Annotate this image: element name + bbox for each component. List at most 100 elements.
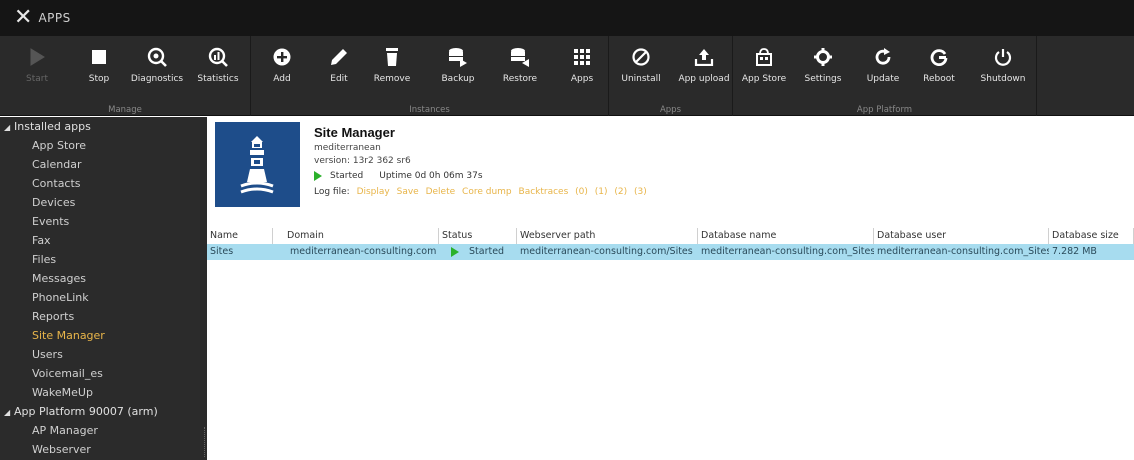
trash-icon: [384, 40, 400, 74]
stop-icon: [91, 40, 107, 74]
uninstall-icon: [632, 40, 650, 74]
sidebar-item-files[interactable]: Files: [0, 250, 207, 269]
sidebar-item-fax[interactable]: Fax: [0, 231, 207, 250]
log-core-dump-link[interactable]: Core dump: [462, 187, 512, 197]
status-play-icon: [451, 247, 459, 257]
window-title: APPS: [38, 11, 71, 25]
sidebar-item-webserver[interactable]: Webserver: [0, 440, 207, 459]
app-name: Site Manager: [314, 125, 395, 140]
app-version: version: 13r2 362 sr6: [314, 156, 411, 166]
sidebar-item-reports[interactable]: Reports: [0, 307, 207, 326]
statistics-icon: [208, 40, 228, 74]
add-button[interactable]: Add: [268, 40, 296, 96]
app-upload-button[interactable]: App upload: [678, 40, 730, 96]
shutdown-button[interactable]: Shutdown: [980, 40, 1026, 96]
app-vendor: mediterranean: [314, 143, 381, 153]
uninstall-button[interactable]: Uninstall: [620, 40, 662, 96]
backup-button[interactable]: Backup: [439, 40, 477, 96]
reboot-button[interactable]: Reboot: [922, 40, 956, 96]
store-icon: [755, 40, 773, 74]
group-instances: Instances: [251, 36, 609, 116]
cell-webserver-path: mediterranean-consulting.com/Sites: [520, 246, 693, 257]
app-uptime: Uptime 0d 0h 06m 37s: [379, 171, 483, 181]
play-icon: [29, 40, 45, 74]
column-header-status[interactable]: Status: [439, 228, 517, 244]
app-status: Started: [330, 171, 364, 181]
app-status-row: Started Uptime 0d 0h 06m 37s: [314, 171, 647, 181]
sidebar-item-calendar[interactable]: Calendar: [0, 155, 207, 174]
collapse-triangle-icon[interactable]: ◢: [4, 118, 14, 137]
column-header-database-user[interactable]: Database user: [874, 228, 1049, 244]
diagnostics-button[interactable]: Diagnostics: [127, 40, 187, 96]
tree-group-app-platform[interactable]: ◢ App Platform 90007 (arm): [0, 402, 207, 421]
sidebar-item-app-store[interactable]: App Store: [0, 136, 207, 155]
stop-button[interactable]: Stop: [84, 40, 114, 96]
log-backtrace-3-link[interactable]: (3): [634, 187, 647, 197]
group-label-app-platform: App Platform: [856, 105, 913, 115]
column-header-webserver-path[interactable]: Webserver path: [517, 228, 698, 244]
title-bar: ✕ APPS: [0, 0, 1134, 36]
cell-status: Started: [439, 244, 517, 260]
toolbar: Manage Instances Apps App Platform Start…: [0, 36, 1134, 116]
log-delete-link[interactable]: Delete: [426, 187, 456, 197]
grid-icon: [573, 40, 591, 74]
add-icon: [273, 40, 291, 74]
sidebar-item-phonelink[interactable]: PhoneLink: [0, 288, 207, 307]
group-label-apps: Apps: [659, 105, 682, 115]
app-info: Site Manager mediterranean version: 13r2…: [314, 125, 647, 197]
collapse-triangle-icon[interactable]: ◢: [4, 403, 14, 422]
log-backtrace-0-link[interactable]: (0): [575, 187, 588, 197]
gear-icon: [814, 40, 832, 74]
app-store-button[interactable]: App Store: [741, 40, 787, 96]
column-header-database-name[interactable]: Database name: [698, 228, 874, 244]
sidebar-item-voicemail-es[interactable]: Voicemail_es: [0, 364, 207, 383]
settings-button[interactable]: Settings: [803, 40, 843, 96]
log-backtraces-link[interactable]: Backtraces: [519, 187, 569, 197]
sidebar-item-devices[interactable]: Devices: [0, 193, 207, 212]
start-button[interactable]: Start: [22, 40, 52, 96]
sidebar-item-events[interactable]: Events: [0, 212, 207, 231]
upload-icon: [694, 40, 714, 74]
cell-database-name: mediterranean-consulting.com_Sites: [701, 246, 874, 257]
update-button[interactable]: Update: [865, 40, 901, 96]
group-label-instances: Instances: [409, 105, 450, 115]
sidebar-item-wakemeup[interactable]: WakeMeUp: [0, 383, 207, 402]
sidebar-item-users[interactable]: Users: [0, 345, 207, 364]
lighthouse-icon: [215, 122, 300, 207]
sidebar-item-contacts[interactable]: Contacts: [0, 174, 207, 193]
update-icon: [874, 40, 892, 74]
statistics-button[interactable]: Statistics: [192, 40, 244, 96]
sidebar: ◢ Installed apps App Store Calendar Conta…: [0, 117, 207, 460]
main-panel: Site Manager mediterranean version: 13r2…: [207, 117, 1134, 460]
edit-button[interactable]: Edit: [326, 40, 352, 96]
column-header-name[interactable]: Name^: [207, 228, 273, 244]
log-file-label: Log file:: [314, 187, 350, 197]
cell-database-user: mediterranean-consulting.com_Sites: [877, 246, 1049, 257]
instances-table: Name^ Domain Status Webserver path Datab…: [207, 228, 1134, 260]
log-display-link[interactable]: Display: [357, 187, 390, 197]
tree-group-installed-apps[interactable]: ◢ Installed apps: [0, 117, 207, 136]
cell-name: Sites: [210, 246, 234, 257]
sidebar-item-messages[interactable]: Messages: [0, 269, 207, 288]
sidebar-item-ap-manager[interactable]: AP Manager: [0, 421, 207, 440]
remove-button[interactable]: Remove: [372, 40, 412, 96]
pencil-icon: [330, 40, 348, 74]
column-header-database-size[interactable]: Database size: [1049, 228, 1134, 244]
log-backtrace-2-link[interactable]: (2): [614, 187, 627, 197]
cell-domain: mediterranean-consulting.com: [290, 246, 437, 257]
close-icon[interactable]: ✕: [14, 7, 32, 29]
log-file-links: Log file: Display Save Delete Core dump …: [314, 187, 647, 197]
backup-icon: [448, 40, 468, 74]
restore-icon: [510, 40, 530, 74]
apps-button[interactable]: Apps: [567, 40, 597, 96]
log-save-link[interactable]: Save: [397, 187, 419, 197]
power-icon: [994, 40, 1012, 74]
restore-button[interactable]: Restore: [500, 40, 540, 96]
column-header-domain[interactable]: Domain: [273, 228, 439, 244]
status-play-icon: [314, 171, 322, 181]
log-backtrace-1-link[interactable]: (1): [595, 187, 608, 197]
sidebar-item-site-manager[interactable]: Site Manager: [0, 326, 207, 345]
reboot-icon: [930, 40, 948, 74]
group-label-manage: Manage: [108, 105, 142, 115]
table-row[interactable]: Sites mediterranean-consulting.com Start…: [207, 244, 1134, 260]
